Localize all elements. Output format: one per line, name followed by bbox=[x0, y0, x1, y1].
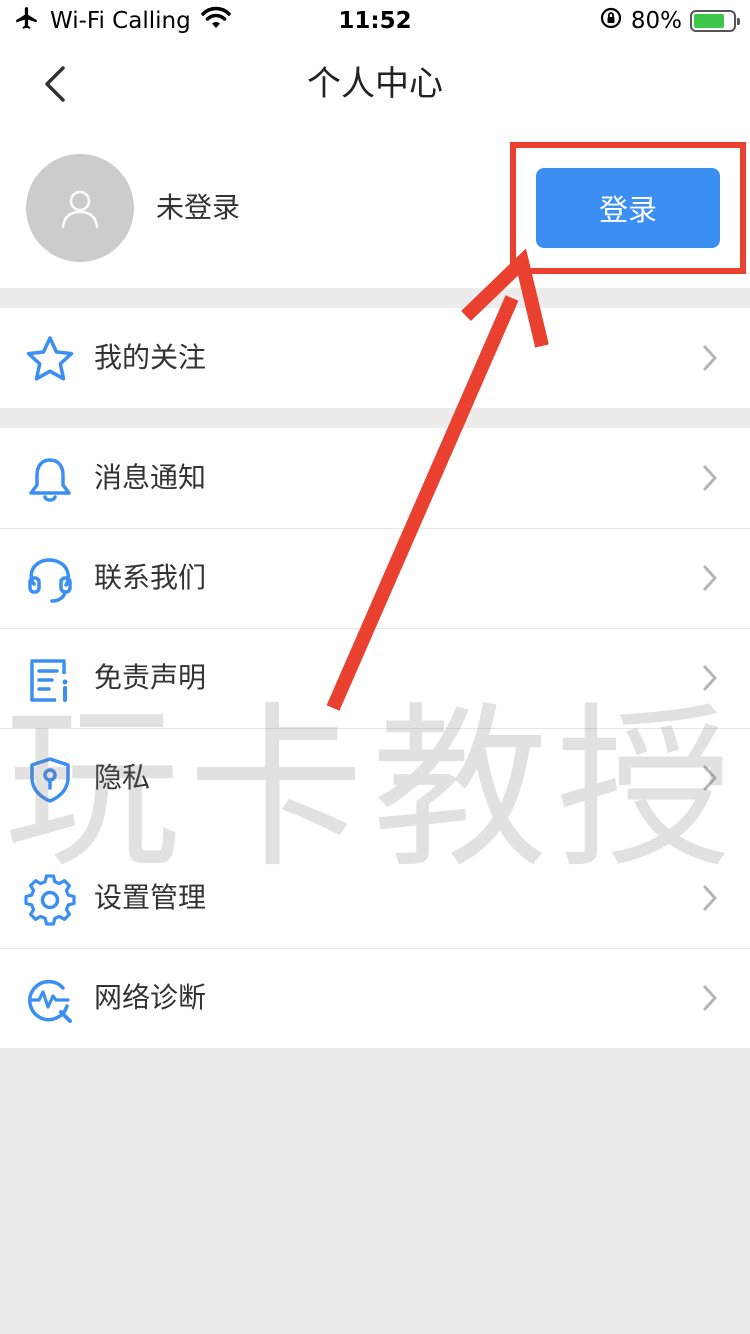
chevron-right-icon bbox=[703, 665, 717, 691]
screen: Wi-Fi Calling 11:52 80% 个人中心 未登录 登录 我的关注… bbox=[0, 0, 750, 1334]
status-bar: Wi-Fi Calling 11:52 80% bbox=[0, 0, 750, 42]
shield-icon bbox=[30, 757, 70, 803]
headset-icon bbox=[28, 558, 72, 603]
chevron-right-icon bbox=[703, 985, 717, 1011]
menu-spacer bbox=[0, 828, 750, 848]
menu-group-2-cont: 设置管理 网络诊断 bbox=[0, 848, 750, 1048]
menu-item-label: 免责声明 bbox=[94, 661, 207, 694]
menu-group-1: 我的关注 bbox=[0, 308, 750, 408]
chevron-right-icon bbox=[703, 465, 717, 491]
menu-item-label: 设置管理 bbox=[94, 881, 207, 914]
chevron-right-icon bbox=[703, 885, 717, 911]
login-status-label: 未登录 bbox=[156, 191, 241, 224]
orientation-lock-icon bbox=[599, 6, 623, 36]
chevron-right-icon bbox=[703, 565, 717, 591]
menu-item-contact-us[interactable]: 联系我们 bbox=[0, 528, 750, 628]
page-title: 个人中心 bbox=[307, 64, 443, 104]
menu-item-network-diagnosis[interactable]: 网络诊断 bbox=[0, 948, 750, 1048]
menu-item-label: 隐私 bbox=[94, 761, 151, 794]
menu-item-label: 网络诊断 bbox=[94, 981, 207, 1014]
chevron-right-icon bbox=[703, 765, 717, 791]
network-diagnosis-icon bbox=[28, 979, 72, 1023]
user-icon bbox=[61, 190, 99, 229]
battery-fill bbox=[694, 14, 724, 28]
login-button[interactable]: 登录 bbox=[536, 168, 720, 248]
chevron-right-icon bbox=[703, 345, 717, 371]
bell-icon bbox=[29, 458, 71, 502]
menu-item-notifications[interactable]: 消息通知 bbox=[0, 428, 750, 528]
battery-percent: 80% bbox=[630, 8, 682, 34]
document-info-icon bbox=[30, 659, 68, 702]
gear-icon bbox=[24, 874, 76, 926]
menu-item-settings[interactable]: 设置管理 bbox=[0, 848, 750, 948]
battery-icon bbox=[690, 10, 740, 32]
menu-item-label: 我的关注 bbox=[94, 341, 207, 374]
menu-item-privacy[interactable]: 隐私 bbox=[0, 728, 750, 828]
menu-item-label: 联系我们 bbox=[94, 561, 207, 594]
avatar[interactable] bbox=[26, 154, 134, 262]
menu-item-disclaimer[interactable]: 免责声明 bbox=[0, 628, 750, 728]
menu-item-follows[interactable]: 我的关注 bbox=[0, 308, 750, 408]
profile-section: 未登录 登录 bbox=[0, 126, 750, 288]
menu-item-label: 消息通知 bbox=[94, 461, 207, 494]
nav-bar: 个人中心 bbox=[0, 42, 750, 126]
star-icon bbox=[26, 336, 74, 381]
status-right: 80% bbox=[599, 6, 740, 36]
menu-group-2: 消息通知 联系我们 免责声明 隐私 bbox=[0, 428, 750, 828]
